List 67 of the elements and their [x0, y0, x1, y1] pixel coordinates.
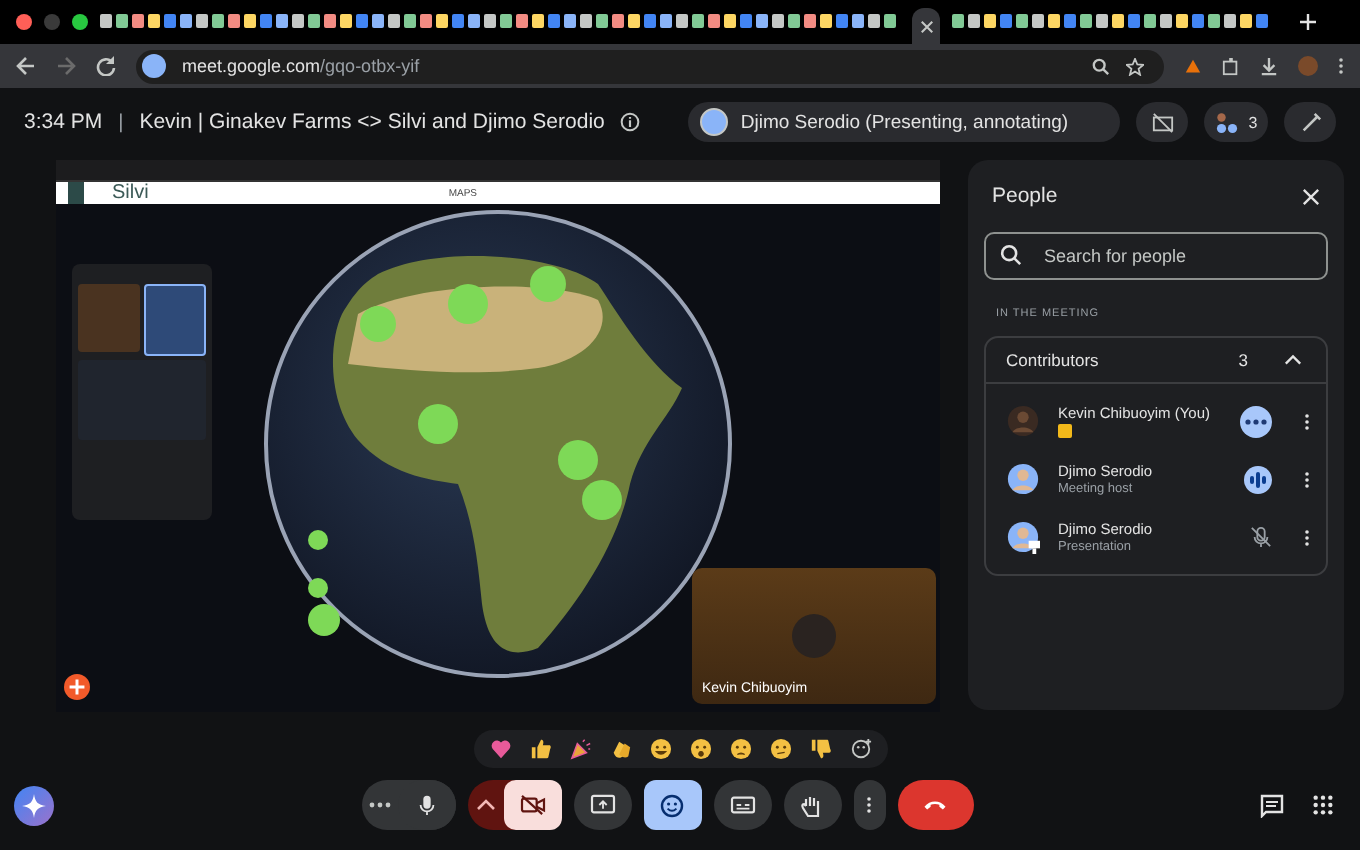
- captions-icon: [729, 794, 755, 816]
- participants-button[interactable]: 3: [1204, 102, 1268, 142]
- tab-favicons-drawing[interactable]: [952, 14, 1272, 30]
- camera-off-icon: [1151, 111, 1173, 133]
- info-icon[interactable]: [620, 112, 641, 132]
- meeting-time: 3:34 PM: [24, 110, 103, 134]
- add-button[interactable]: [64, 674, 90, 700]
- kebab-menu-icon[interactable]: [1304, 411, 1310, 431]
- search-field[interactable]: Search for people: [984, 232, 1328, 280]
- reactions-button[interactable]: [643, 780, 701, 830]
- star-icon[interactable]: [1126, 57, 1144, 75]
- sad-face-icon[interactable]: [729, 738, 751, 760]
- microphone-icon: [415, 794, 437, 816]
- avatar: [792, 614, 836, 658]
- end-call-button[interactable]: [897, 780, 973, 830]
- hide-tile-button[interactable]: [1136, 102, 1188, 142]
- zoom-icon[interactable]: [1092, 57, 1110, 75]
- clapping-hands-icon[interactable]: [609, 738, 631, 760]
- meeting-title: Kevin | Ginakev Farms <> Silvi and Djimo Serodio: [139, 110, 605, 134]
- chat-icon[interactable]: [1260, 793, 1284, 817]
- thumbs-down-icon[interactable]: [809, 738, 831, 760]
- captions-button[interactable]: [713, 780, 771, 830]
- heart-icon[interactable]: [489, 738, 511, 760]
- annotate-button[interactable]: [1284, 102, 1336, 142]
- kebab-menu-icon: [866, 794, 872, 816]
- laughing-face-icon[interactable]: [649, 738, 671, 760]
- chevron-icon[interactable]: [1284, 354, 1302, 366]
- address-field[interactable]: meet.google.com/gqo-otbx-yif: [136, 49, 1164, 83]
- window-controls-icon[interactable]: [16, 14, 88, 30]
- phone-icon: [922, 798, 948, 812]
- kebab-menu-icon[interactable]: [1304, 469, 1310, 489]
- group-label: Contributors: [1006, 350, 1101, 370]
- extension-icon[interactable]: [1184, 57, 1202, 75]
- present-screen-icon: [589, 794, 615, 816]
- smiley-icon: [660, 793, 684, 817]
- thinking-face-icon[interactable]: [769, 738, 791, 760]
- menu-icon[interactable]: [1338, 56, 1344, 76]
- present-screen-button[interactable]: [573, 780, 631, 830]
- surprised-face-icon[interactable]: [689, 738, 711, 760]
- more-options-icon[interactable]: [1240, 405, 1272, 437]
- pen-icon: [1299, 111, 1321, 133]
- search-icon: [1000, 244, 1022, 266]
- panel-title: People: [992, 184, 1058, 208]
- group-count: 3: [1238, 350, 1248, 370]
- separator: |: [118, 111, 124, 133]
- close-icon[interactable]: [919, 19, 933, 33]
- new-tab-icon[interactable]: [1300, 14, 1316, 30]
- close-icon[interactable]: [1302, 187, 1320, 205]
- party-popper-icon[interactable]: [569, 738, 591, 760]
- raise-hand-button[interactable]: [783, 780, 841, 830]
- people-icon: [1214, 111, 1241, 133]
- apps-grid-icon[interactable]: [1312, 793, 1334, 815]
- sparkle-button[interactable]: [14, 785, 54, 825]
- more-options-button[interactable]: [853, 780, 885, 830]
- reload-icon[interactable]: [96, 56, 116, 76]
- camera-off-icon: [519, 794, 545, 816]
- presenter-chip[interactable]: Djimo Serodio (Presenting, annotating): [688, 102, 1120, 142]
- active-tab[interactable]: [912, 8, 940, 44]
- tab-favicons-drawing[interactable]: [100, 14, 900, 30]
- back-icon[interactable]: [16, 56, 36, 76]
- kebab-menu-icon[interactable]: [1304, 527, 1310, 547]
- hand-icon: [800, 793, 824, 817]
- avatar: [700, 108, 729, 136]
- camera-button[interactable]: [503, 780, 561, 830]
- download-icon[interactable]: [1260, 57, 1278, 75]
- add-emoji-icon[interactable]: [849, 738, 871, 760]
- thumbs-up-icon[interactable]: [529, 738, 551, 760]
